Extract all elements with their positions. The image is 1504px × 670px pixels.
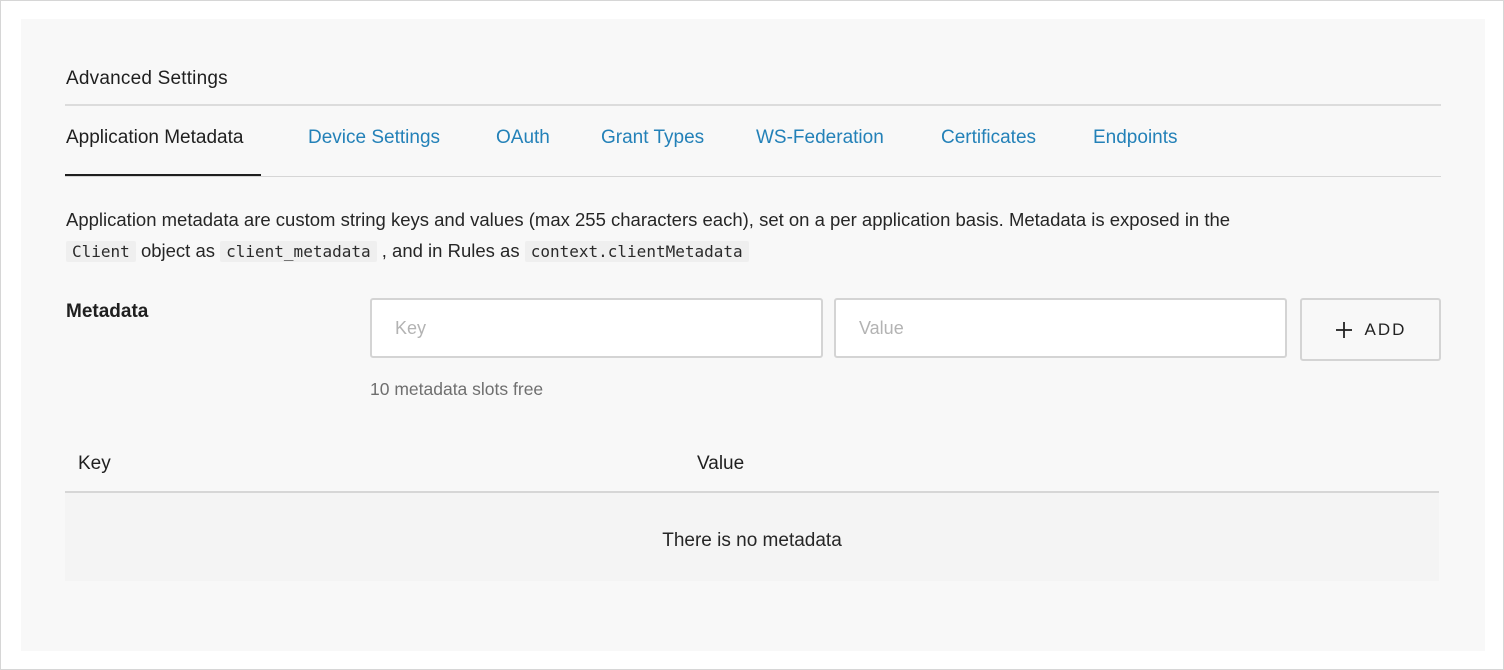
description-text: object as — [140, 240, 215, 261]
section-title: Advanced Settings — [66, 68, 228, 89]
description-text: Application metadata are custom string k… — [66, 209, 1231, 230]
column-header-key: Key — [78, 453, 111, 474]
tab-certificates[interactable]: Certificates — [941, 127, 1036, 149]
metadata-label: Metadata — [66, 301, 149, 322]
tabs-divider — [65, 176, 1441, 177]
add-button-label: ADD — [1364, 319, 1407, 339]
metadata-description: Application metadata are custom string k… — [66, 204, 1446, 267]
slots-free-hint: 10 metadata slots free — [370, 379, 544, 399]
code-client-metadata: client_metadata — [220, 241, 377, 262]
code-client: Client — [66, 241, 136, 262]
window-frame: Advanced Settings Application Metadata D… — [0, 0, 1504, 670]
tab-ws-federation[interactable]: WS-Federation — [756, 127, 884, 149]
key-input[interactable] — [370, 298, 823, 358]
code-context-client-metadata: context.clientMetadata — [524, 241, 749, 262]
description-text: , and in Rules as — [381, 240, 520, 261]
value-input[interactable] — [834, 298, 1287, 358]
tab-endpoints[interactable]: Endpoints — [1093, 127, 1178, 149]
column-header-value: Value — [697, 453, 745, 474]
add-metadata-button[interactable]: ADD — [1300, 298, 1441, 361]
tab-bar: Application Metadata Device Settings OAu… — [65, 107, 1441, 177]
tab-grant-types[interactable]: Grant Types — [601, 127, 704, 149]
tab-device-settings[interactable]: Device Settings — [308, 127, 440, 149]
plus-icon — [1335, 321, 1352, 338]
divider — [65, 104, 1441, 106]
tab-oauth[interactable]: OAuth — [496, 127, 550, 149]
empty-table-row: There is no metadata — [65, 493, 1439, 581]
tab-application-metadata[interactable]: Application Metadata — [66, 127, 243, 149]
advanced-settings-panel: Advanced Settings Application Metadata D… — [21, 19, 1485, 651]
empty-state-message: There is no metadata — [662, 530, 842, 551]
